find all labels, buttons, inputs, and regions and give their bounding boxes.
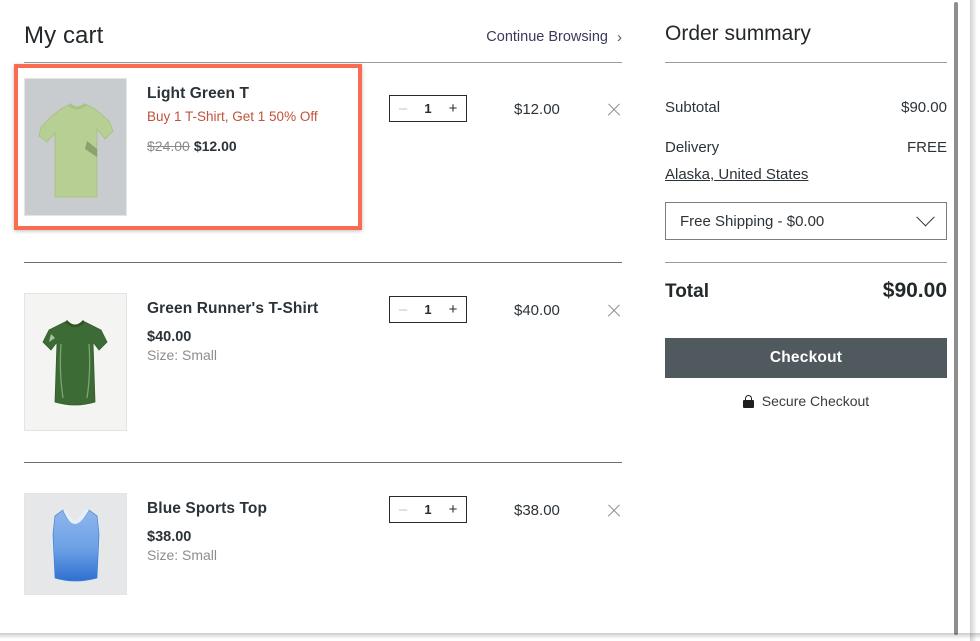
quantity-value: 1 [424, 502, 432, 517]
quantity-stepper[interactable]: – 1 + [389, 496, 467, 523]
delivery-location-link[interactable]: Alaska, United States [665, 166, 808, 183]
product-details: Blue Sports Top $38.00 Size: Small [147, 493, 267, 563]
quantity-value: 1 [424, 302, 432, 317]
delivery-row: Delivery FREE [665, 139, 947, 156]
green-runners-tshirt-image [25, 294, 126, 430]
cart-page: My cart Continue Browsing › Light Green … [0, 0, 968, 637]
product-thumbnail[interactable] [24, 493, 127, 595]
product-variant: Size: Small [147, 547, 218, 564]
product-details: Green Runner's T-Shirt $40.00 Size: Smal… [147, 293, 318, 363]
quantity-decrease-button[interactable]: – [397, 101, 409, 116]
cart-item-wrapper-2: Green Runner's T-Shirt $40.00 Size: Smal… [24, 263, 624, 462]
delivery-label: Delivery [665, 139, 720, 156]
product-name: Light Green T [147, 85, 250, 102]
light-green-oversized-tshirt-image [25, 79, 126, 215]
price-original: $24.00 [147, 137, 190, 154]
cart-header: My cart Continue Browsing › [24, 0, 624, 63]
checkout-button[interactable]: Checkout [665, 338, 947, 378]
quantity-decrease-button[interactable]: – [397, 302, 409, 317]
quantity-increase-button[interactable]: + [447, 101, 459, 116]
product-price: $40.00 [147, 329, 192, 346]
blue-sports-top-image [25, 494, 126, 594]
remove-item-button[interactable] [606, 503, 622, 519]
chevron-right-icon: › [617, 29, 622, 46]
product-name: Green Runner's T-Shirt [147, 300, 319, 317]
total-label: Total [665, 281, 709, 302]
quantity-decrease-button[interactable]: – [397, 502, 409, 517]
order-summary-title: Order summary [665, 22, 811, 45]
tank-top-illustration [52, 509, 100, 582]
table-row[interactable]: Blue Sports Top $38.00 Size: Small [24, 493, 267, 595]
product-thumbnail[interactable] [24, 293, 127, 431]
remove-item-button[interactable] [606, 102, 622, 118]
continue-browsing-link[interactable]: Continue Browsing › [486, 28, 622, 46]
product-name: Blue Sports Top [147, 500, 268, 517]
cart-item-wrapper-1: Light Green T Buy 1 T-Shirt, Get 1 50% O… [14, 62, 624, 262]
cart-item-list: Light Green T Buy 1 T-Shirt, Get 1 50% O… [14, 62, 624, 623]
quantity-stepper[interactable]: – 1 + [389, 296, 467, 323]
cart-item-wrapper-3: Blue Sports Top $38.00 Size: Small – 1 +… [24, 463, 624, 623]
chevron-down-icon [916, 207, 935, 226]
secure-checkout-label: Secure Checkout [761, 393, 870, 409]
line-item-price: $38.00 [514, 502, 560, 519]
scrollbar-thumb[interactable] [954, 2, 958, 635]
quantity-stepper[interactable]: – 1 + [389, 95, 467, 122]
summary-divider [665, 62, 947, 63]
product-thumbnail[interactable] [24, 78, 127, 216]
total-divider [665, 262, 947, 263]
window-edge-shadow-right [970, 0, 980, 641]
shipping-method-select[interactable]: Free Shipping - $0.00 [665, 202, 947, 240]
tshirt-illustration [38, 103, 114, 198]
quantity-value: 1 [424, 101, 432, 116]
table-row[interactable]: Light Green T Buy 1 T-Shirt, Get 1 50% O… [14, 64, 362, 230]
product-details: Light Green T Buy 1 T-Shirt, Get 1 50% O… [147, 78, 352, 155]
line-item-price: $40.00 [514, 302, 560, 319]
secure-checkout-note: Secure Checkout [665, 393, 947, 409]
tshirt-illustration [42, 320, 108, 406]
product-variant: Size: Small [147, 347, 218, 364]
page-title: My cart [24, 22, 104, 49]
promo-text: Buy 1 T-Shirt, Get 1 50% Off [147, 109, 318, 125]
price-line: $24.00 $12.00 [147, 137, 352, 155]
shipping-method-value: Free Shipping - $0.00 [680, 212, 825, 230]
line-item-price: $12.00 [514, 101, 560, 118]
remove-item-button[interactable] [606, 303, 622, 319]
quantity-increase-button[interactable]: + [447, 302, 459, 317]
subtotal-row: Subtotal $90.00 [665, 99, 947, 116]
quantity-increase-button[interactable]: + [447, 502, 459, 517]
product-price: $38.00 [147, 529, 192, 546]
cart-column: My cart Continue Browsing › Light Green … [14, 0, 624, 623]
continue-browsing-label: Continue Browsing [486, 29, 608, 45]
lock-icon [742, 394, 754, 408]
total-value: $90.00 [882, 279, 947, 302]
delivery-value: FREE [906, 139, 947, 156]
subtotal-label: Subtotal [665, 99, 721, 116]
price-discounted: $12.00 [193, 137, 237, 154]
subtotal-value: $90.00 [901, 99, 947, 116]
table-row[interactable]: Green Runner's T-Shirt $40.00 Size: Smal… [24, 293, 318, 431]
total-row: Total $90.00 [665, 279, 947, 303]
